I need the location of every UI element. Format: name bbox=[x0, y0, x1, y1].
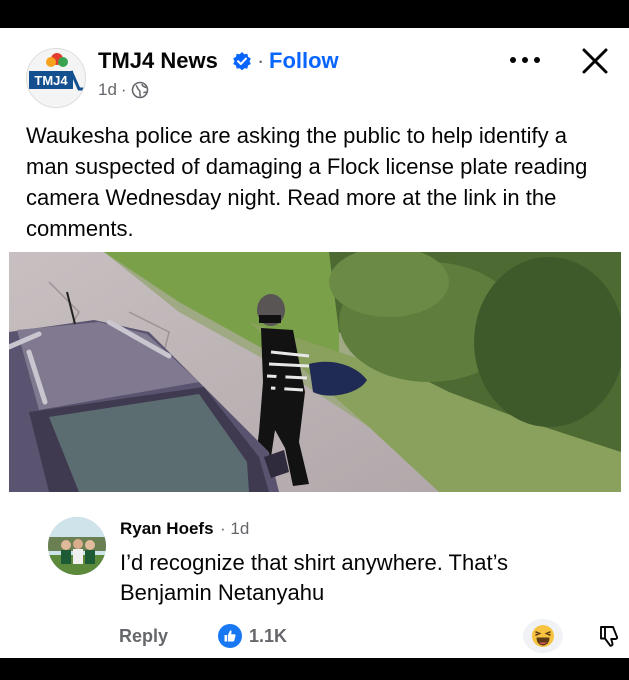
more-options-icon[interactable] bbox=[508, 52, 542, 68]
commenter-photo bbox=[48, 517, 106, 575]
separator-dot: · bbox=[220, 519, 226, 538]
close-icon[interactable] bbox=[580, 46, 610, 76]
page-name[interactable]: TMJ4 News bbox=[98, 48, 218, 74]
like-count: 1.1K bbox=[249, 625, 288, 646]
post-meta: 1d · bbox=[98, 80, 149, 100]
like-icon bbox=[218, 624, 242, 648]
globe-icon bbox=[131, 81, 148, 99]
post-text: Waukesha police are asking the public to… bbox=[26, 123, 588, 241]
haha-reaction-icon[interactable] bbox=[522, 618, 564, 654]
tmj4-logo: TMJ4 bbox=[27, 49, 85, 107]
comment-text: I’d recognize that shirt anywhere. That’… bbox=[120, 550, 509, 605]
page-avatar[interactable]: TMJ4 bbox=[26, 48, 86, 108]
separator-dot: · bbox=[120, 80, 127, 99]
commenter-name[interactable]: Ryan Hoefs bbox=[120, 519, 214, 539]
surveillance-photo bbox=[9, 252, 621, 492]
comment-time-value[interactable]: 1d bbox=[230, 519, 249, 538]
dislike-icon[interactable] bbox=[597, 624, 621, 648]
commenter-avatar[interactable] bbox=[48, 517, 106, 575]
reply-button[interactable]: Reply bbox=[119, 626, 168, 647]
comment-time: · 1d bbox=[220, 519, 249, 539]
verified-badge-icon bbox=[233, 52, 251, 71]
like-count-button[interactable]: 1.1K bbox=[218, 624, 287, 648]
follow-button[interactable]: Follow bbox=[269, 48, 339, 74]
separator-dot: · bbox=[257, 48, 265, 73]
post-photo[interactable] bbox=[9, 252, 621, 492]
post-time[interactable]: 1d bbox=[98, 80, 117, 100]
logo-text: TMJ4 bbox=[34, 73, 68, 88]
